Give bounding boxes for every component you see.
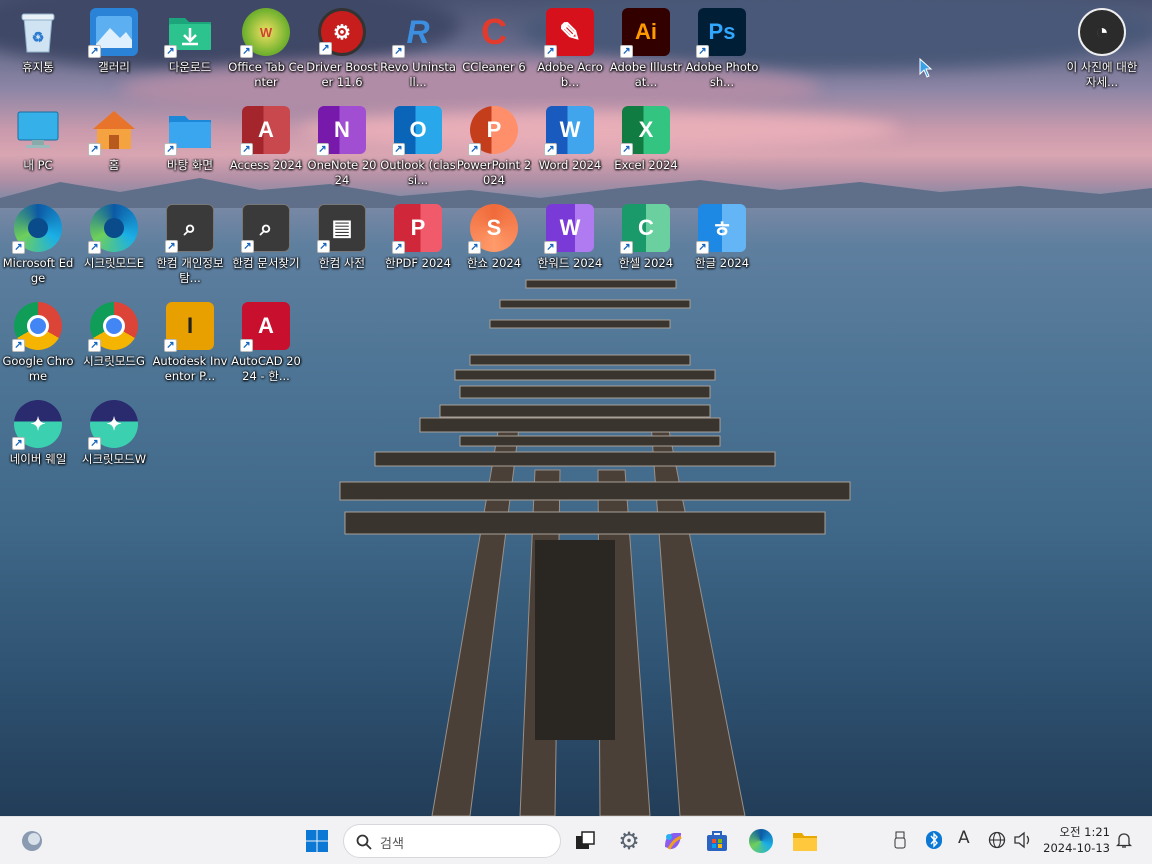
desktop-icon-excel[interactable]: X ↗ Excel 2024 [608,100,684,196]
desktop-icon-photoshop[interactable]: Ps ↗ Adobe Photosh... [684,2,760,98]
desktop-icon-chrome[interactable]: ↗ Google Chrome [0,296,76,392]
whale-incognito-icon: ✦ ↗ [88,400,138,450]
svg-text:♻: ♻ [32,29,45,45]
chrome-incognito-icon: ↗ [88,302,138,352]
desktop-icon-hancom-privacy[interactable]: ⌕ ↗ 한컴 개인정보탐... [152,198,228,294]
network-icon[interactable] [988,831,1006,853]
taskbar: 검색 ⚙ A 오전 1:21 2024-10-13 [0,816,1152,864]
desktop-icon-illustrator[interactable]: Ai ↗ Adobe Illustrat... [608,2,684,98]
chrome-icon: ↗ [12,302,62,352]
taskbar-search-box[interactable]: 검색 [343,824,561,858]
desktop-icon-learn-about-picture[interactable]: ◔ 이 사진에 대한 자세... [1064,2,1140,98]
powerpoint-icon: P ↗ [468,106,518,156]
usb-icon[interactable] [893,831,907,853]
desktop-icon-edge[interactable]: ↗ Microsoft Edge [0,198,76,294]
desktop-icon-driver-booster[interactable]: ⚙ ↗ Driver Booster 11.6 [304,2,380,98]
copilot-icon[interactable] [656,825,690,857]
desktop-icon-hancom-docsearch[interactable]: ⌕ ↗ 한컴 문서찾기 [228,198,304,294]
bluetooth-icon[interactable] [926,831,942,853]
inventor-icon: I ↗ [164,302,214,352]
desktop-icon-gallery[interactable]: ↗ 갤러리 [76,2,152,98]
desktop-icon-hangul[interactable]: ㅎ ↗ 한글 2024 [684,198,760,294]
taskbar-clock[interactable]: 오전 1:21 2024-10-13 [1043,824,1110,856]
desktop-folder-icon: ↗ [164,106,214,156]
adobe-acrobat-icon: ✎ ↗ [544,8,594,58]
edge-incognito-icon: ↗ [88,204,138,254]
gallery-icon: ↗ [88,8,138,58]
ime-icon[interactable]: A [958,828,970,848]
ccleaner-icon: C [481,11,507,52]
task-view-icon[interactable] [568,825,602,857]
widgets-icon[interactable] [15,825,49,857]
hancell-icon: C ↗ [620,204,670,254]
this-pc-icon [14,106,62,154]
file-explorer-icon[interactable] [788,825,822,857]
desktop-icon-revo[interactable]: R ↗ Revo Uninstall... [380,2,456,98]
access-icon: A ↗ [240,106,290,156]
hanshow-icon: S ↗ [468,204,518,254]
start-icon[interactable] [300,825,334,857]
search-icon [356,834,372,850]
desktop-icon-hancell[interactable]: C ↗ 한셀 2024 [608,198,684,294]
driver-booster-icon: ⚙ ↗ [318,8,366,56]
notification-bell-icon[interactable] [1115,831,1133,853]
onenote-icon: N ↗ [316,106,366,156]
desktop-icon-access[interactable]: A ↗ Access 2024 [228,100,304,196]
revo-uninstaller-icon: R ↗ [392,8,442,58]
mouse-cursor-icon [919,58,933,78]
settings-icon[interactable]: ⚙ [612,825,646,857]
learn-about-picture-icon: ◔ [1078,8,1126,56]
edge-taskbar-icon[interactable] [744,825,778,857]
hangul-icon: ㅎ ↗ [696,204,746,254]
recycle-bin-icon: ♻ [14,8,62,56]
volume-icon[interactable] [1013,831,1033,853]
downloads-folder-icon: ↗ [164,8,214,58]
desktop-icon-this-pc[interactable]: 내 PC [0,100,76,196]
autocad-icon: A ↗ [240,302,290,352]
word-icon: W ↗ [544,106,594,156]
adobe-illustrator-icon: Ai ↗ [620,8,670,58]
clock-time: 오전 1:21 [1059,825,1110,839]
desktop-icon-chrome-incognito[interactable]: ↗ 시크릿모드G [76,296,152,392]
hancom-privacy-icon: ⌕ ↗ [165,204,214,253]
home-icon: ↗ [88,106,138,156]
office-tab-icon: W ↗ [240,8,290,58]
desktop-icon-office-tab[interactable]: W ↗ Office Tab Center [228,2,304,98]
hancom-docsearch-icon: ⌕ ↗ [241,204,290,253]
hanword-icon: W ↗ [544,204,594,254]
desktop-icon-whale[interactable]: ✦ ↗ 네이버 웨일 [0,394,76,490]
desktop-icon-onenote[interactable]: N ↗ OneNote 2024 [304,100,380,196]
desktop-icon-ccleaner[interactable]: C CCleaner 6 [456,2,532,98]
desktop-icon-downloads[interactable]: ↗ 다운로드 [152,2,228,98]
desktop-icon-autocad[interactable]: A ↗ AutoCAD 2024 - 한... [228,296,304,392]
desktop-icon-hancom-dictionary[interactable]: ▤ ↗ 한컴 사전 [304,198,380,294]
desktop-icon-powerpoint[interactable]: P ↗ PowerPoint 2024 [456,100,532,196]
desktop-icon-outlook[interactable]: O ↗ Outlook (classi... [380,100,456,196]
hanpdf-icon: P ↗ [392,204,442,254]
desktop-icon-edge-incognito[interactable]: ↗ 시크릿모드E [76,198,152,294]
store-icon[interactable] [700,825,734,857]
whale-icon: ✦ ↗ [12,400,62,450]
edge-icon: ↗ [12,204,62,254]
desktop-icon-acrobat[interactable]: ✎ ↗ Adobe Acrob... [532,2,608,98]
desktop-icon-hanpdf[interactable]: P ↗ 한PDF 2024 [380,198,456,294]
outlook-icon: O ↗ [392,106,442,156]
desktop-icon-desktop-folder[interactable]: ↗ 바탕 화면 [152,100,228,196]
search-placeholder: 검색 [380,837,404,852]
desktop-icon-recycle-bin[interactable]: ♻ 휴지통 [0,2,76,98]
excel-icon: X ↗ [620,106,670,156]
desktop-icon-hanword[interactable]: W ↗ 한워드 2024 [532,198,608,294]
adobe-photoshop-icon: Ps ↗ [696,8,746,58]
desktop-icon-whale-incognito[interactable]: ✦ ↗ 시크릿모드W [76,394,152,490]
desktop-icon-hanshow[interactable]: S ↗ 한쇼 2024 [456,198,532,294]
desktop-icon-inventor[interactable]: I ↗ Autodesk Inventor P... [152,296,228,392]
desktop-icon-word[interactable]: W ↗ Word 2024 [532,100,608,196]
hancom-dictionary-icon: ▤ ↗ [317,204,366,253]
desktop-icon-home[interactable]: ↗ 홈 [76,100,152,196]
clock-date: 2024-10-13 [1043,841,1110,855]
